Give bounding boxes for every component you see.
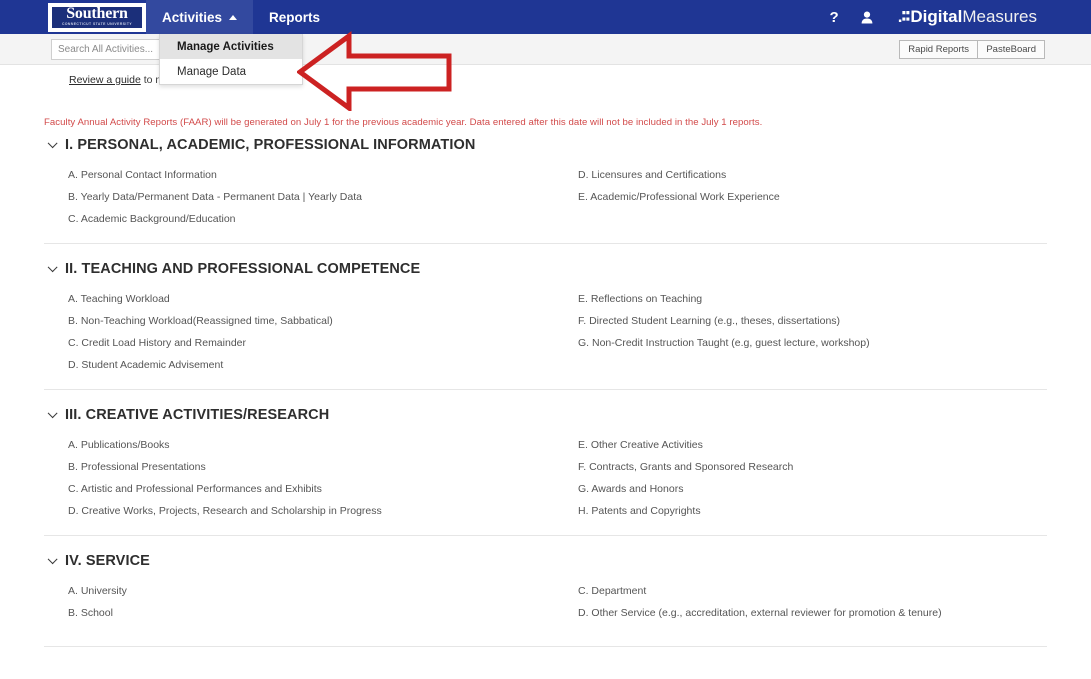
dm-dots-icon: .∶∶ xyxy=(897,7,911,26)
section-iii-item-b[interactable]: B. Professional Presentations xyxy=(68,456,578,478)
section-ii-item-b[interactable]: B. Non-Teaching Workload(Reassigned time… xyxy=(68,310,578,332)
section-ii-item-c[interactable]: C. Credit Load History and Remainder xyxy=(68,332,578,354)
section-iv-item-b[interactable]: B. School xyxy=(68,602,578,624)
nav-item-activities-label: Activities xyxy=(162,9,223,25)
chevron-down-icon xyxy=(49,556,58,565)
section-iii-item-e[interactable]: E. Other Creative Activities xyxy=(578,434,1091,456)
section-iv: IV. SERVICE A. University B. School C. D… xyxy=(0,549,1091,624)
caret-up-icon xyxy=(229,14,238,20)
section-i-right-column: D. Licensures and Certifications E. Acad… xyxy=(578,164,1091,230)
help-icon[interactable]: ? xyxy=(819,9,850,26)
pasteboard-button[interactable]: PasteBoard xyxy=(977,40,1045,59)
logo-subtitle: CONNECTICUT STATE UNIVERSITY xyxy=(61,22,133,26)
section-iii-item-h[interactable]: H. Patents and Copyrights xyxy=(578,500,1091,522)
section-iii-item-g[interactable]: G. Awards and Honors xyxy=(578,478,1091,500)
section-iii-item-a[interactable]: A. Publications/Books xyxy=(68,434,578,456)
digital-measures-logo: .∶∶ Digital Measures xyxy=(898,7,1037,27)
section-ii: II. TEACHING AND PROFESSIONAL COMPETENCE… xyxy=(0,257,1091,376)
user-icon-svg xyxy=(861,11,873,23)
section-iii-item-c[interactable]: C. Artistic and Professional Performance… xyxy=(68,478,578,500)
user-account-icon[interactable] xyxy=(850,11,884,24)
section-ii-item-e[interactable]: E. Reflections on Teaching xyxy=(578,288,1091,310)
dm-brand-light: Measures xyxy=(962,7,1037,26)
navbar-right-group: ? .∶∶ Digital Measures xyxy=(819,0,1091,34)
university-logo[interactable]: Southern CONNECTICUT STATE UNIVERSITY xyxy=(48,2,146,32)
section-divider-1 xyxy=(44,243,1047,244)
section-ii-item-d[interactable]: D. Student Academic Advisement xyxy=(68,354,578,376)
section-iv-item-c[interactable]: C. Department xyxy=(578,580,1091,602)
section-iii-left-column: A. Publications/Books B. Professional Pr… xyxy=(68,434,578,522)
logo-wordmark: Southern xyxy=(66,5,128,22)
menu-item-manage-activities[interactable]: Manage Activities xyxy=(160,34,302,59)
section-iv-item-d[interactable]: D. Other Service (e.g., accreditation, e… xyxy=(578,602,1091,624)
page-root: Southern CONNECTICUT STATE UNIVERSITY Ac… xyxy=(0,0,1091,679)
rapid-reports-button[interactable]: Rapid Reports xyxy=(899,40,978,59)
chevron-down-icon xyxy=(49,410,58,419)
nav-item-activities[interactable]: Activities xyxy=(146,0,254,34)
section-iv-left-column: A. University B. School xyxy=(68,580,578,624)
section-ii-item-g[interactable]: G. Non-Credit Instruction Taught (e.g, g… xyxy=(578,332,1091,354)
search-input[interactable] xyxy=(51,39,161,60)
section-divider-2 xyxy=(44,389,1047,390)
chevron-down-icon xyxy=(49,140,58,149)
section-ii-right-column: E. Reflections on Teaching F. Directed S… xyxy=(578,288,1091,376)
section-i-item-d[interactable]: D. Licensures and Certifications xyxy=(578,164,1091,186)
university-logo-inner: Southern CONNECTICUT STATE UNIVERSITY xyxy=(52,5,142,28)
section-iii-item-f[interactable]: F. Contracts, Grants and Sponsored Resea… xyxy=(578,456,1091,478)
section-i-item-a[interactable]: A. Personal Contact Information xyxy=(68,164,578,186)
section-ii-title: II. TEACHING AND PROFESSIONAL COMPETENCE xyxy=(65,260,421,277)
faar-notice-text: Faculty Annual Activity Reports (FAAR) w… xyxy=(44,117,763,128)
menu-item-manage-data[interactable]: Manage Data xyxy=(160,59,302,84)
section-divider-3 xyxy=(44,535,1047,536)
section-iii-grid: A. Publications/Books B. Professional Pr… xyxy=(0,426,1091,522)
section-iv-grid: A. University B. School C. Department D.… xyxy=(0,572,1091,624)
section-ii-item-f[interactable]: F. Directed Student Learning (e.g., thes… xyxy=(578,310,1091,332)
section-i-title: I. PERSONAL, ACADEMIC, PROFESSIONAL INFO… xyxy=(65,136,476,153)
section-iv-header[interactable]: IV. SERVICE xyxy=(0,549,1091,572)
chevron-down-icon xyxy=(49,264,58,273)
section-iv-title: IV. SERVICE xyxy=(65,552,150,569)
section-i: I. PERSONAL, ACADEMIC, PROFESSIONAL INFO… xyxy=(0,133,1091,230)
section-i-item-b[interactable]: B. Yearly Data/Permanent Data - Permanen… xyxy=(68,186,578,208)
section-iv-right-column: C. Department D. Other Service (e.g., ac… xyxy=(578,580,1091,624)
section-iii-item-d[interactable]: D. Creative Works, Projects, Research an… xyxy=(68,500,578,522)
section-i-item-c[interactable]: C. Academic Background/Education xyxy=(68,208,578,230)
section-ii-grid: A. Teaching Workload B. Non-Teaching Wor… xyxy=(0,280,1091,376)
menu-item-manage-activities-label: Manage Activities xyxy=(177,40,274,53)
section-i-grid: A. Personal Contact Information B. Yearl… xyxy=(0,156,1091,230)
nav-item-reports-label: Reports xyxy=(269,9,321,25)
section-i-left-column: A. Personal Contact Information B. Yearl… xyxy=(68,164,578,230)
help-icon-glyph: ? xyxy=(829,8,839,26)
section-iv-item-a[interactable]: A. University xyxy=(68,580,578,602)
section-ii-item-a[interactable]: A. Teaching Workload xyxy=(68,288,578,310)
dm-brand-bold: Digital xyxy=(910,7,963,26)
top-navbar: Southern CONNECTICUT STATE UNIVERSITY Ac… xyxy=(0,0,1091,34)
section-i-header[interactable]: I. PERSONAL, ACADEMIC, PROFESSIONAL INFO… xyxy=(0,133,1091,156)
section-ii-header[interactable]: II. TEACHING AND PROFESSIONAL COMPETENCE xyxy=(0,257,1091,280)
section-i-item-e[interactable]: E. Academic/Professional Work Experience xyxy=(578,186,1091,208)
activities-dropdown-menu: Manage Activities Manage Data xyxy=(159,34,303,85)
activities-sections: I. PERSONAL, ACADEMIC, PROFESSIONAL INFO… xyxy=(0,133,1091,660)
section-ii-left-column: A. Teaching Workload B. Non-Teaching Wor… xyxy=(68,288,578,376)
section-divider-4 xyxy=(44,646,1047,647)
menu-item-manage-data-label: Manage Data xyxy=(177,65,247,78)
section-iii-right-column: E. Other Creative Activities F. Contract… xyxy=(578,434,1091,522)
section-iii: III. CREATIVE ACTIVITIES/RESEARCH A. Pub… xyxy=(0,403,1091,522)
section-iii-header[interactable]: III. CREATIVE ACTIVITIES/RESEARCH xyxy=(0,403,1091,426)
review-a-guide-link[interactable]: Review a guide xyxy=(69,74,141,86)
navbar-left-group: Southern CONNECTICUT STATE UNIVERSITY Ac… xyxy=(0,0,336,34)
nav-item-reports[interactable]: Reports xyxy=(253,0,336,34)
section-iii-title: III. CREATIVE ACTIVITIES/RESEARCH xyxy=(65,406,330,423)
